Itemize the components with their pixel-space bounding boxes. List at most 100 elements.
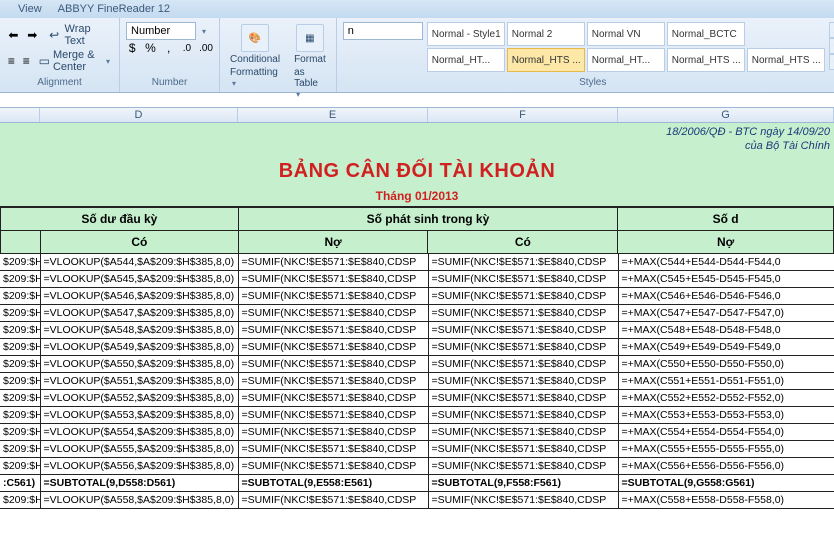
cell[interactable]: =SUBTOTAL(9,F558:F561) <box>428 475 618 492</box>
cell[interactable]: =SUMIF(NKC!$E$571:$E$840,CDSP <box>238 390 428 407</box>
cell[interactable]: =VLOOKUP($A551,$A$209:$H$385,8,0) <box>40 373 238 390</box>
table-row[interactable]: $209:$H$385,7,0)=VLOOKUP($A555,$A$209:$H… <box>0 441 834 458</box>
style-item[interactable]: Normal 2 <box>507 22 585 46</box>
data-table[interactable]: $209:$H$385,7,0)=VLOOKUP($A544,$A$209:$H… <box>0 254 834 509</box>
align-center-icon[interactable]: ≡ <box>21 53 32 69</box>
cell[interactable]: =SUMIF(NKC!$E$571:$E$840,CDSP <box>428 339 618 356</box>
format-as-table-button[interactable]: ▦ Format as Table ▾ <box>290 22 330 102</box>
cell[interactable]: =SUMIF(NKC!$E$571:$E$840,CDSP <box>428 356 618 373</box>
cell[interactable]: =+MAX(C549+E549-D549-F549,0 <box>618 339 834 356</box>
style-item[interactable]: Normal VN <box>587 22 665 46</box>
cell[interactable]: =SUMIF(NKC!$E$571:$E$840,CDSP <box>428 254 618 271</box>
col-header[interactable]: D <box>40 108 238 122</box>
cell[interactable]: $209:$H$385,7,0) <box>0 322 40 339</box>
table-row[interactable]: $209:$H$385,7,0)=VLOOKUP($A554,$A$209:$H… <box>0 424 834 441</box>
cell[interactable]: =VLOOKUP($A552,$A$209:$H$385,8,0) <box>40 390 238 407</box>
cell[interactable]: =+MAX(C546+E546-D546-F546,0 <box>618 288 834 305</box>
cell[interactable]: =VLOOKUP($A548,$A$209:$H$385,8,0) <box>40 322 238 339</box>
gallery-down-button[interactable]: ▾ <box>829 38 834 54</box>
cell[interactable]: =+MAX(C556+E556-D556-F556,0) <box>618 458 834 475</box>
cell[interactable]: $209:$H$385,7,0) <box>0 254 40 271</box>
cell[interactable]: =SUMIF(NKC!$E$571:$E$840,CDSP <box>428 390 618 407</box>
cell[interactable]: =+MAX(C548+E548-D548-F548,0 <box>618 322 834 339</box>
tab-view[interactable]: View <box>18 3 42 15</box>
cell[interactable]: =VLOOKUP($A556,$A$209:$H$385,8,0) <box>40 458 238 475</box>
table-row[interactable]: $209:$H$385,7,0)=VLOOKUP($A552,$A$209:$H… <box>0 390 834 407</box>
table-row[interactable]: $209:$H$385,7,0)=VLOOKUP($A544,$A$209:$H… <box>0 254 834 271</box>
cell[interactable]: =VLOOKUP($A546,$A$209:$H$385,8,0) <box>40 288 238 305</box>
cell[interactable]: =+MAX(C544+E544-D544-F544,0 <box>618 254 834 271</box>
wrap-text-button[interactable]: ↩ Wrap Text <box>44 22 113 48</box>
cell[interactable]: =SUMIF(NKC!$E$571:$E$840,CDSP <box>238 407 428 424</box>
cell[interactable]: $209:$H$385,7,0) <box>0 407 40 424</box>
increase-decimal-icon[interactable]: .0 <box>181 40 193 56</box>
cell[interactable]: $209:$H$385,7,0) <box>0 390 40 407</box>
cell[interactable]: =SUMIF(NKC!$E$571:$E$840,CDSP <box>238 271 428 288</box>
cell[interactable]: :C561) <box>0 475 40 492</box>
currency-icon[interactable]: $ <box>126 40 138 56</box>
cell[interactable]: =VLOOKUP($A545,$A$209:$H$385,8,0) <box>40 271 238 288</box>
cell[interactable]: =+MAX(C547+E547-D547-F547,0) <box>618 305 834 322</box>
style-search-input[interactable] <box>343 22 423 40</box>
cell[interactable]: =VLOOKUP($A550,$A$209:$H$385,8,0) <box>40 356 238 373</box>
cell[interactable]: =+MAX(C553+E553-D553-F553,0) <box>618 407 834 424</box>
cell[interactable]: =SUMIF(NKC!$E$571:$E$840,CDSP <box>238 441 428 458</box>
cell[interactable]: =SUMIF(NKC!$E$571:$E$840,CDSP <box>428 305 618 322</box>
col-header[interactable]: G <box>618 108 834 122</box>
table-row[interactable]: $209:$H$385,7,0)=VLOOKUP($A558,$A$209:$H… <box>0 492 834 509</box>
table-row[interactable]: $209:$H$385,7,0)=VLOOKUP($A545,$A$209:$H… <box>0 271 834 288</box>
cell[interactable]: =SUMIF(NKC!$E$571:$E$840,CDSP <box>238 373 428 390</box>
cell[interactable]: =SUMIF(NKC!$E$571:$E$840,CDSP <box>428 288 618 305</box>
table-row[interactable]: $209:$H$385,7,0)=VLOOKUP($A546,$A$209:$H… <box>0 288 834 305</box>
gallery-more-button[interactable]: ▾ <box>829 54 834 70</box>
cell[interactable]: =SUBTOTAL(9,G558:G561) <box>618 475 834 492</box>
indent-increase-icon[interactable]: ➡ <box>25 27 40 43</box>
cell[interactable]: =SUMIF(NKC!$E$571:$E$840,CDSP <box>238 356 428 373</box>
cell[interactable]: =+MAX(C550+E550-D550-F550,0) <box>618 356 834 373</box>
col-header[interactable] <box>0 108 40 122</box>
cell[interactable]: =SUMIF(NKC!$E$571:$E$840,CDSP <box>428 458 618 475</box>
cell[interactable]: =VLOOKUP($A555,$A$209:$H$385,8,0) <box>40 441 238 458</box>
cell[interactable]: =SUMIF(NKC!$E$571:$E$840,CDSP <box>238 288 428 305</box>
cell[interactable]: =SUMIF(NKC!$E$571:$E$840,CDSP <box>238 424 428 441</box>
worksheet[interactable]: 18/2006/QĐ - BTC ngày 14/09/20 của Bộ Tà… <box>0 123 834 509</box>
col-header[interactable]: E <box>238 108 428 122</box>
cell[interactable]: =VLOOKUP($A549,$A$209:$H$385,8,0) <box>40 339 238 356</box>
cell[interactable]: =VLOOKUP($A558,$A$209:$H$385,8,0) <box>40 492 238 509</box>
table-row[interactable]: $209:$H$385,7,0)=VLOOKUP($A549,$A$209:$H… <box>0 339 834 356</box>
align-left-icon[interactable]: ≡ <box>6 53 17 69</box>
cell[interactable]: $209:$H$385,7,0) <box>0 424 40 441</box>
percent-icon[interactable]: % <box>144 40 156 56</box>
cell[interactable]: =+MAX(C551+E551-D551-F551,0) <box>618 373 834 390</box>
comma-icon[interactable]: , <box>163 40 175 56</box>
cell[interactable]: =SUMIF(NKC!$E$571:$E$840,CDSP <box>238 339 428 356</box>
cell[interactable]: $209:$H$385,7,0) <box>0 305 40 322</box>
cell[interactable]: =SUMIF(NKC!$E$571:$E$840,CDSP <box>428 373 618 390</box>
merge-center-button[interactable]: ▭ Merge & Center ▾ <box>36 48 113 74</box>
cell[interactable]: =SUMIF(NKC!$E$571:$E$840,CDSP <box>238 305 428 322</box>
cell[interactable]: =SUMIF(NKC!$E$571:$E$840,CDSP <box>428 407 618 424</box>
style-item-selected[interactable]: Normal_HTS ... <box>507 48 585 72</box>
style-item[interactable]: Normal_HT... <box>427 48 505 72</box>
style-item[interactable]: Normal_HT... <box>587 48 665 72</box>
cell[interactable]: =+MAX(C545+E545-D545-F545,0 <box>618 271 834 288</box>
table-row[interactable]: $209:$H$385,7,0)=VLOOKUP($A547,$A$209:$H… <box>0 305 834 322</box>
cell[interactable]: =SUMIF(NKC!$E$571:$E$840,CDSP <box>238 492 428 509</box>
cell[interactable]: =+MAX(C552+E552-D552-F552,0) <box>618 390 834 407</box>
cell[interactable]: =SUMIF(NKC!$E$571:$E$840,CDSP <box>428 441 618 458</box>
style-item[interactable]: Normal - Style1 <box>427 22 505 46</box>
cell[interactable]: =VLOOKUP($A554,$A$209:$H$385,8,0) <box>40 424 238 441</box>
cell[interactable]: =SUMIF(NKC!$E$571:$E$840,CDSP <box>238 458 428 475</box>
conditional-formatting-button[interactable]: 🎨 Conditional Formatting ▾ <box>226 22 284 91</box>
cell[interactable]: =SUMIF(NKC!$E$571:$E$840,CDSP <box>428 492 618 509</box>
cell[interactable]: $209:$H$385,7,0) <box>0 373 40 390</box>
cell[interactable]: $209:$H$385,7,0) <box>0 271 40 288</box>
style-item[interactable]: Normal_HTS ... <box>747 48 825 72</box>
col-header[interactable]: F <box>428 108 618 122</box>
table-row[interactable]: $209:$H$385,7,0)=VLOOKUP($A553,$A$209:$H… <box>0 407 834 424</box>
cell[interactable]: =SUMIF(NKC!$E$571:$E$840,CDSP <box>428 271 618 288</box>
cell[interactable]: $209:$H$385,7,0) <box>0 288 40 305</box>
cell[interactable]: $209:$H$385,7,0) <box>0 441 40 458</box>
decrease-decimal-icon[interactable]: .00 <box>199 40 213 56</box>
cell[interactable]: =+MAX(C555+E555-D555-F555,0) <box>618 441 834 458</box>
